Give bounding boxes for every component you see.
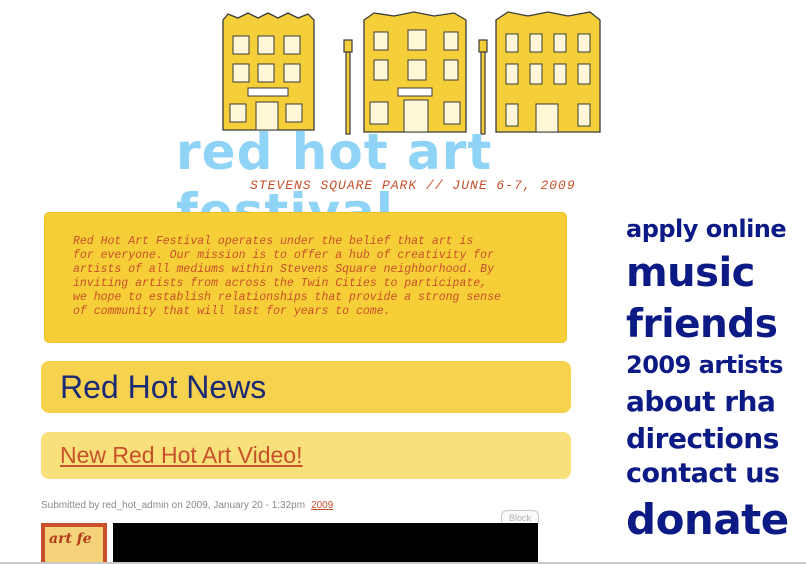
- post-thumbnail[interactable]: art fe: [41, 523, 107, 564]
- nav-item-2009-artists[interactable]: 2009 artists: [626, 351, 783, 379]
- mission-statement: Red Hot Art Festival operates under the …: [44, 212, 567, 343]
- event-subtitle: STEVENS SQUARE PARK // JUNE 6-7, 2009: [250, 178, 576, 193]
- nav-item-music[interactable]: music: [626, 250, 755, 296]
- post-submitted-line: Submitted by red_hot_admin on 2009, Janu…: [41, 500, 333, 511]
- nav-item-directions[interactable]: directions: [626, 422, 779, 455]
- news-section-header: Red Hot News: [41, 361, 571, 413]
- nav-item-about-rha[interactable]: about rha: [626, 385, 776, 418]
- festival-banner-illustration: [222, 11, 601, 135]
- video-player[interactable]: [113, 523, 538, 564]
- submitted-text: Submitted by red_hot_admin on 2009, Janu…: [41, 500, 306, 511]
- thumbnail-text: art fe: [49, 531, 92, 547]
- post-title-link[interactable]: New Red Hot Art Video!: [60, 442, 302, 468]
- news-heading: Red Hot News: [60, 369, 267, 405]
- nav-item-contact-us[interactable]: contact us: [626, 458, 780, 489]
- tag-link-2009[interactable]: 2009: [311, 500, 333, 511]
- nav-item-apply-online[interactable]: apply online: [626, 215, 787, 243]
- nav-item-friends[interactable]: friends: [626, 302, 778, 347]
- nav-item-donate[interactable]: donate: [626, 495, 789, 544]
- post-title-box: New Red Hot Art Video!: [41, 432, 571, 479]
- site-title: red hot art festival: [176, 123, 493, 241]
